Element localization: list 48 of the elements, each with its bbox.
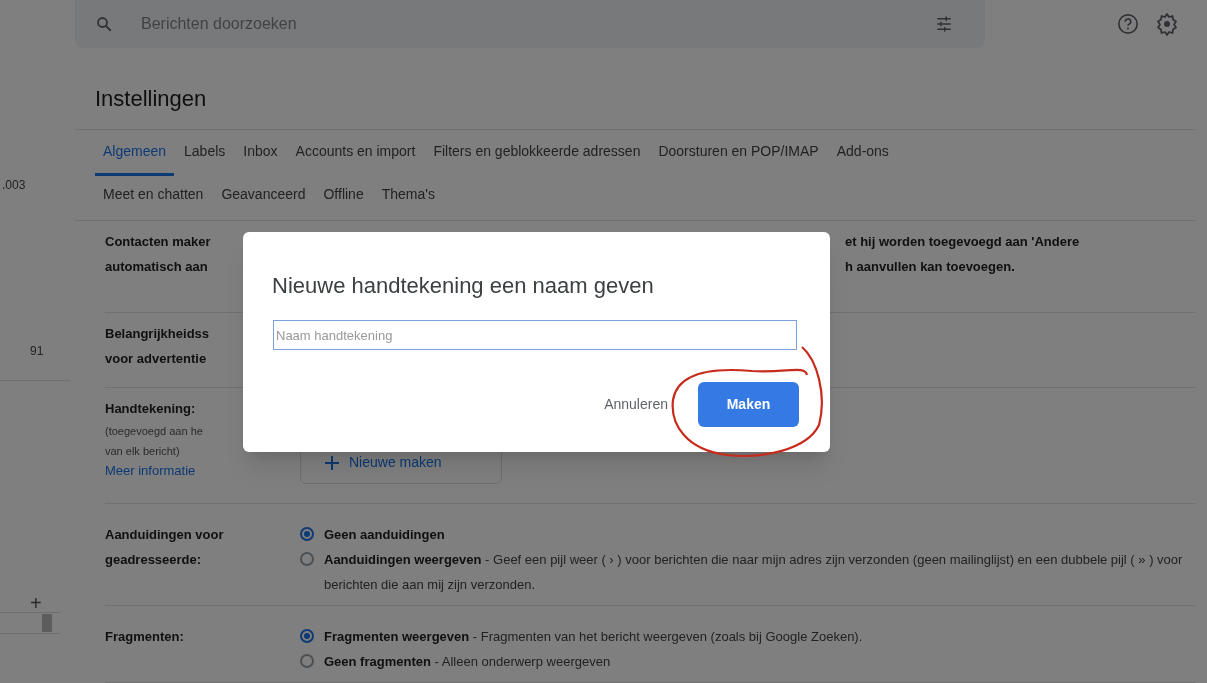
setting-label: Contacten maker	[105, 232, 211, 251]
option-text: Geen aanduidingen	[324, 526, 446, 544]
settings-tab[interactable]: Meet en chatten	[95, 183, 212, 208]
filter-sliders-icon[interactable]	[935, 15, 953, 33]
option-text: Geen fragmenten - Alleen onderwerp weergeven	[324, 653, 612, 671]
setting-label: Belangrijkheidss	[105, 324, 210, 343]
scrollbar-thumb[interactable]	[42, 614, 52, 632]
settings-tab[interactable]: Offline	[315, 183, 372, 208]
search-placeholder: Berichten doorzoeken	[141, 14, 298, 34]
setting-label: automatisch aan	[105, 257, 208, 276]
radio-button[interactable]	[300, 552, 314, 566]
message-count: .003	[2, 177, 26, 194]
signature-name-field[interactable]: Naam handtekening	[273, 320, 797, 350]
setting-label: Handtekening:	[105, 399, 196, 418]
setting-description: et hij worden toegevoegd aan 'Andere	[845, 232, 1081, 251]
add-button[interactable]: +	[30, 593, 42, 613]
settings-tab[interactable]: Algemeen	[95, 129, 175, 176]
help-icon[interactable]	[1117, 13, 1139, 35]
settings-tab[interactable]: Thema's	[373, 183, 443, 208]
create-button[interactable]: Maken	[698, 382, 799, 427]
page-title: Instellingen	[95, 85, 208, 113]
settings-tab[interactable]: Labels	[176, 129, 234, 176]
option-text: Aanduidingen weergeven - Geef een pijl weer ( › ) voor berichten die naar mijn adres zijn verzonden (geen mailinglijst) en een dubbele pijl ( » ) voor berichten die aan mij zijn verzonden.	[324, 551, 1184, 594]
radio-button[interactable]	[300, 629, 314, 643]
dialog-title: Nieuwe handtekening een naam geven	[272, 272, 655, 300]
option-text: Fragmenten weergeven - Fragmenten van het bericht weergeven (zoals bij Google Zoeken).	[324, 628, 864, 646]
message-count: 91	[30, 343, 44, 360]
settings-tab[interactable]: Add-ons	[828, 129, 897, 176]
settings-tab[interactable]: Geavanceerd	[213, 183, 314, 208]
radio-button[interactable]	[300, 527, 314, 541]
cancel-button[interactable]: Annuleren	[604, 394, 668, 415]
settings-icon[interactable]	[1155, 12, 1179, 36]
settings-tab[interactable]: Filters en geblokkeerde adressen	[425, 129, 649, 176]
setting-description: h aanvullen kan toevoegen.	[845, 257, 1016, 276]
setting-label: geadresseerde:	[105, 551, 202, 569]
more-info-link[interactable]: Meer informatie	[105, 460, 196, 481]
search-bar[interactable]: Berichten doorzoeken	[75, 0, 985, 48]
setting-label: Aanduidingen voor	[105, 526, 224, 544]
setting-note: (toegevoegd aan he	[105, 423, 204, 439]
settings-tab[interactable]: Inbox	[235, 129, 286, 176]
radio-button[interactable]	[300, 654, 314, 668]
plus-icon	[325, 455, 339, 470]
settings-tab[interactable]: Accounts en import	[287, 129, 424, 176]
setting-note: van elk bericht)	[105, 443, 181, 459]
setting-label: voor advertentie	[105, 349, 207, 368]
settings-tab[interactable]: Doorsturen en POP/IMAP	[650, 129, 827, 176]
setting-label: Fragmenten:	[105, 628, 184, 646]
search-icon[interactable]	[95, 15, 113, 33]
